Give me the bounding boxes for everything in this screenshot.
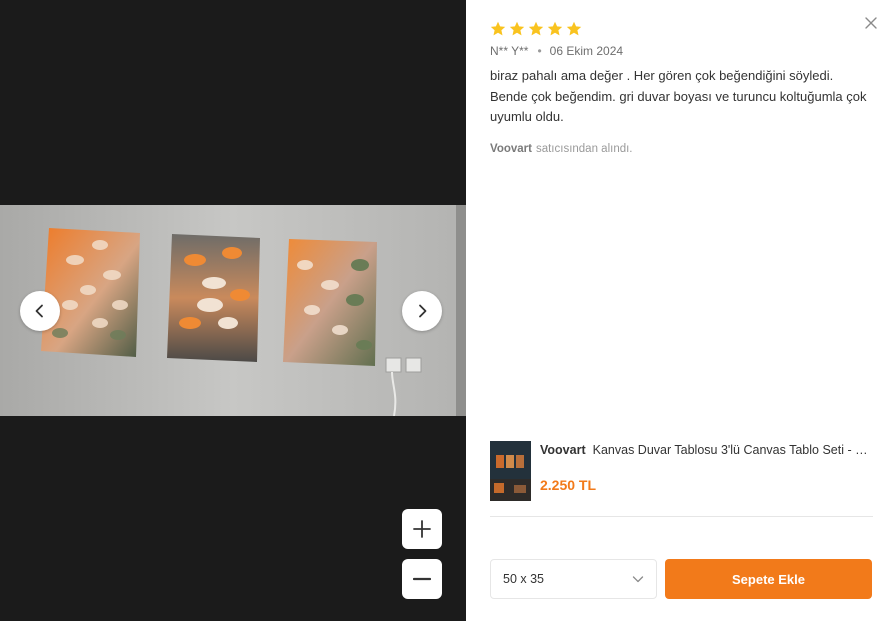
star-icon	[547, 21, 563, 36]
add-to-cart-button[interactable]: Sepete Ekle	[665, 559, 872, 599]
rating-stars	[490, 21, 582, 37]
product-name: Kanvas Duvar Tablosu 3'lü Canvas Tablo S…	[592, 443, 878, 457]
star-icon	[509, 21, 525, 36]
review-text: biraz pahalı ama değer . Her gören çok b…	[490, 66, 878, 128]
review-meta: N** Y** • 06 Ekim 2024	[490, 44, 623, 58]
size-value: 50 x 35	[503, 572, 545, 586]
product-thumbnail[interactable]	[490, 441, 531, 501]
review-panel: N** Y** • 06 Ekim 2024 biraz pahalı ama …	[466, 0, 894, 621]
review-photo-image	[0, 205, 466, 416]
previous-photo-button[interactable]	[20, 291, 60, 331]
review-text-line: Bende çok beğendim. gri duvar boyası ve …	[490, 88, 867, 125]
size-select[interactable]: 50 x 35	[490, 559, 657, 599]
product-thumbnail-image	[490, 441, 531, 501]
chevron-right-icon	[419, 304, 427, 318]
seller-name: Voovart	[490, 143, 532, 155]
close-icon	[865, 17, 877, 29]
star-icon	[528, 21, 544, 36]
review-photo	[0, 205, 466, 416]
photo-viewer	[0, 0, 466, 621]
review-author: N** Y**	[490, 44, 529, 58]
star-icon	[566, 21, 582, 36]
seller-suffix: satıcısından alındı.	[535, 143, 633, 155]
product-card[interactable]: Voovart Kanvas Duvar Tablosu 3'lü Canvas …	[490, 441, 878, 517]
plus-icon	[413, 520, 431, 538]
review-text-line: biraz pahalı ama değer . Her gören çok b…	[490, 68, 834, 83]
chevron-down-icon	[632, 576, 644, 583]
chevron-left-icon	[35, 304, 43, 318]
zoom-out-button[interactable]	[402, 559, 442, 599]
minus-icon	[413, 577, 431, 581]
next-photo-button[interactable]	[402, 291, 442, 331]
review-date: 06 Ekim 2024	[549, 44, 624, 58]
star-icon	[490, 21, 506, 36]
product-brand: Voovart	[540, 443, 586, 457]
product-price: 2.250 TL	[540, 477, 597, 493]
seller-info: Voovart satıcısından alındı.	[490, 143, 633, 155]
meta-separator: •	[537, 44, 542, 58]
zoom-in-button[interactable]	[402, 509, 442, 549]
product-title[interactable]: Voovart Kanvas Duvar Tablosu 3'lü Canvas …	[540, 443, 878, 457]
close-button[interactable]	[862, 14, 880, 32]
